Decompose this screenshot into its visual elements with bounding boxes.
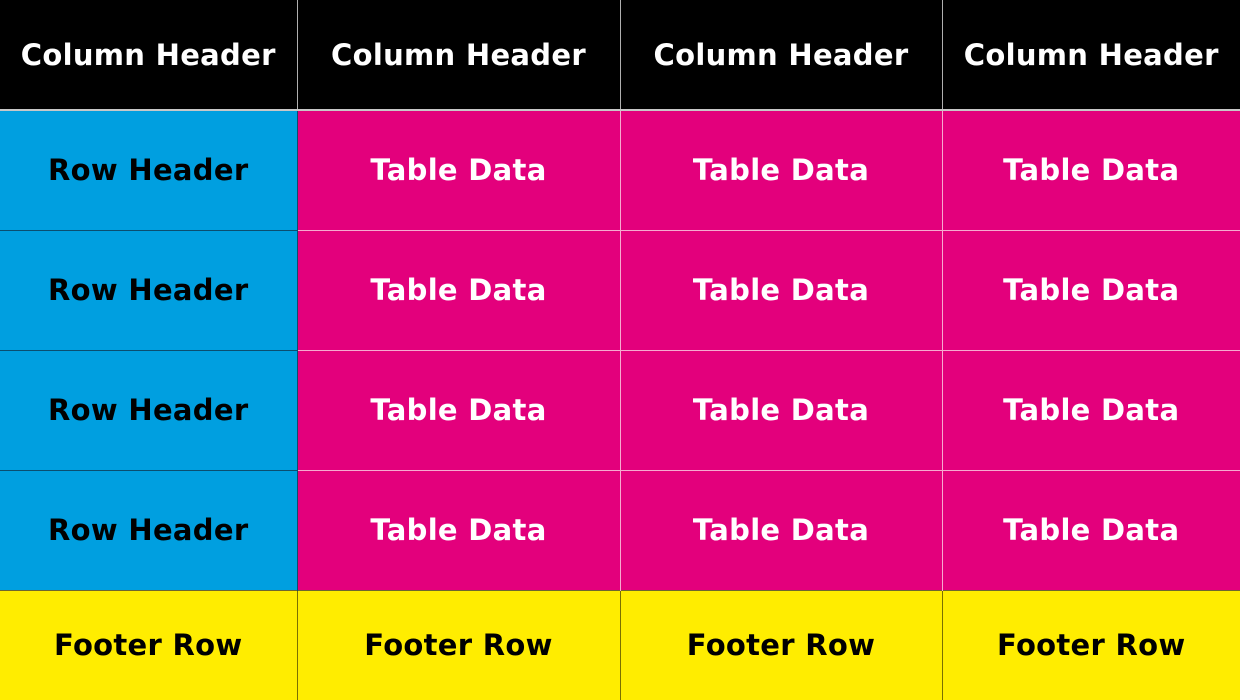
column-header-row: Column Header Column Header Column Heade… — [0, 0, 1240, 111]
column-header: Column Header — [941, 0, 1240, 111]
table-body: Row Header Table Data Table Data Table D… — [0, 110, 1240, 590]
table-cell: Table Data — [296, 229, 620, 350]
footer-cell: Footer Row — [619, 589, 942, 700]
table-foot: Footer Row Footer Row Footer Row Footer … — [0, 589, 1240, 700]
footer-row: Footer Row Footer Row Footer Row Footer … — [0, 589, 1240, 700]
table-row: Row Header Table Data Table Data Table D… — [0, 349, 1240, 470]
row-header: Row Header — [0, 110, 298, 230]
table-cell: Table Data — [941, 469, 1240, 590]
table-cell: Table Data — [296, 110, 620, 230]
footer-cell: Footer Row — [296, 589, 620, 700]
table-cell: Table Data — [941, 229, 1240, 350]
table-cell: Table Data — [941, 349, 1240, 470]
table-cell: Table Data — [619, 229, 942, 350]
table-row: Row Header Table Data Table Data Table D… — [0, 110, 1240, 230]
row-header: Row Header — [0, 469, 298, 590]
table-cell: Table Data — [296, 469, 620, 590]
table-row: Row Header Table Data Table Data Table D… — [0, 229, 1240, 350]
footer-cell: Footer Row — [941, 589, 1240, 700]
table-cell: Table Data — [619, 469, 942, 590]
table-cell: Table Data — [619, 110, 942, 230]
table-head: Column Header Column Header Column Heade… — [0, 0, 1240, 111]
table-row: Row Header Table Data Table Data Table D… — [0, 469, 1240, 590]
column-header: Column Header — [0, 0, 297, 111]
column-header: Column Header — [619, 0, 942, 111]
table-cell: Table Data — [619, 349, 942, 470]
footer-cell: Footer Row — [0, 589, 297, 700]
data-table: Column Header Column Header Column Heade… — [0, 0, 1240, 700]
column-header: Column Header — [296, 0, 620, 111]
table-cell: Table Data — [941, 110, 1240, 230]
table-cell: Table Data — [296, 349, 620, 470]
row-header: Row Header — [0, 229, 298, 350]
row-header: Row Header — [0, 349, 298, 470]
